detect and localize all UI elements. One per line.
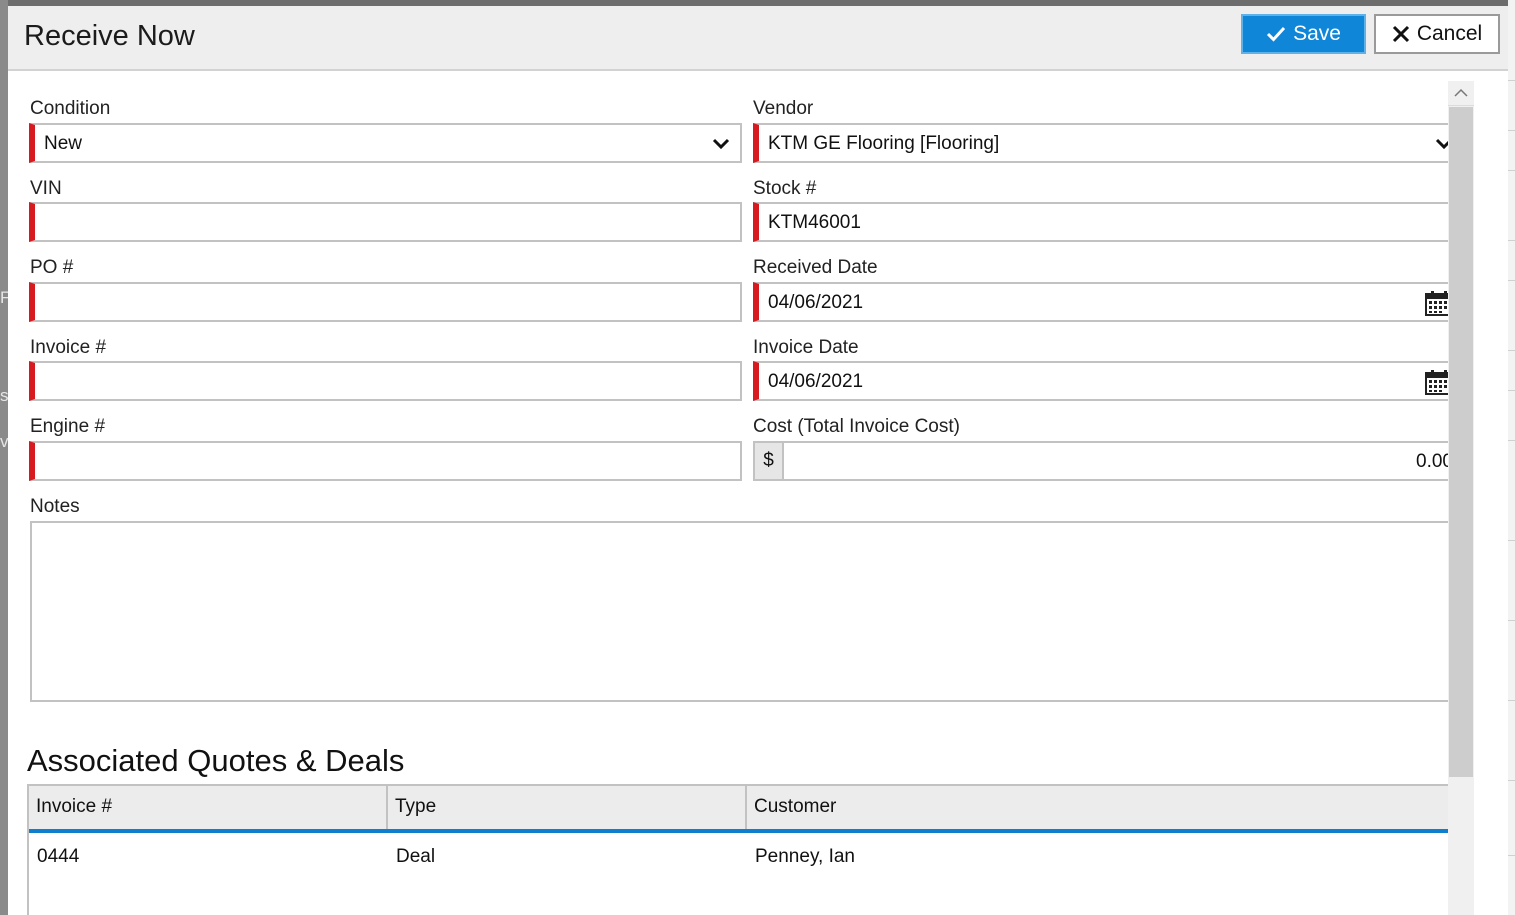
stock-label: Stock # — [753, 178, 817, 199]
row-type-cell: Deal — [396, 846, 436, 867]
condition-value: New — [44, 133, 83, 154]
receive-now-dialog: Receive Now Save Cancel Condition New Ve… — [8, 6, 1508, 915]
background-glyph: vi — [0, 432, 8, 451]
notes-textarea[interactable] — [30, 521, 1465, 702]
column-header-invoice[interactable]: Invoice # — [29, 786, 388, 829]
dialog-header: Receive Now Save Cancel — [8, 6, 1508, 71]
vendor-select[interactable]: KTM GE Flooring [Flooring] — [753, 123, 1465, 163]
dialog-title: Receive Now — [24, 20, 195, 52]
stock-value: KTM46001 — [768, 212, 861, 233]
engine-label: Engine # — [30, 416, 106, 437]
cancel-button[interactable]: Cancel — [1374, 14, 1500, 54]
received-date-label: Received Date — [753, 257, 878, 278]
vertical-scrollbar[interactable] — [1448, 81, 1474, 915]
grid-header: Invoice # Type Customer — [29, 786, 1463, 833]
po-input[interactable] — [29, 282, 742, 322]
save-button[interactable]: Save — [1241, 14, 1366, 54]
engine-input[interactable] — [29, 441, 742, 481]
received-date-value: 04/06/2021 — [768, 292, 864, 313]
save-button-label: Save — [1293, 22, 1341, 45]
condition-select[interactable]: New — [29, 123, 742, 163]
dialog-body: Condition New Vendor KTM GE Flooring [Fl… — [8, 71, 1474, 915]
vendor-value: KTM GE Flooring [Flooring] — [768, 133, 1000, 154]
associated-section-title: Associated Quotes & Deals — [27, 743, 405, 778]
column-header-type[interactable]: Type — [388, 786, 747, 829]
scrollbar-thumb[interactable] — [1449, 107, 1473, 777]
po-label: PO # — [30, 257, 74, 278]
scroll-up-arrow-icon[interactable] — [1448, 81, 1474, 106]
chevron-down-icon — [712, 135, 730, 157]
invoice-label: Invoice # — [30, 337, 107, 358]
cancel-button-label: Cancel — [1416, 22, 1483, 45]
background-app-right-edge — [1508, 0, 1515, 915]
condition-label: Condition — [30, 98, 111, 119]
invoice-date-input[interactable]: 04/06/2021 — [753, 361, 1465, 401]
row-invoice-cell: 0444 — [37, 846, 80, 867]
associated-grid: Invoice # Type Customer 0444 Deal Penney… — [27, 784, 1465, 915]
background-glyph: F — [0, 288, 8, 307]
vendor-label: Vendor — [753, 98, 814, 119]
row-customer-cell: Penney, Ian — [755, 846, 856, 867]
background-glyph: s — [0, 386, 8, 405]
vin-label: VIN — [30, 178, 62, 199]
cost-label: Cost (Total Invoice Cost) — [753, 416, 960, 437]
currency-prefix: $ — [755, 443, 784, 479]
close-icon — [1392, 25, 1410, 43]
vin-input[interactable] — [29, 202, 742, 242]
stock-input[interactable]: KTM46001 — [753, 202, 1465, 242]
background-app-left-edge: F s vi — [0, 0, 8, 915]
check-icon — [1266, 25, 1286, 43]
received-date-input[interactable]: 04/06/2021 — [753, 282, 1465, 322]
column-header-customer[interactable]: Customer — [747, 786, 1463, 829]
invoice-date-value: 04/06/2021 — [768, 371, 864, 392]
invoice-input[interactable] — [29, 361, 742, 401]
cost-input[interactable]: $ 0.00 — [753, 441, 1465, 481]
invoice-date-label: Invoice Date — [753, 337, 859, 358]
notes-label: Notes — [30, 496, 80, 517]
